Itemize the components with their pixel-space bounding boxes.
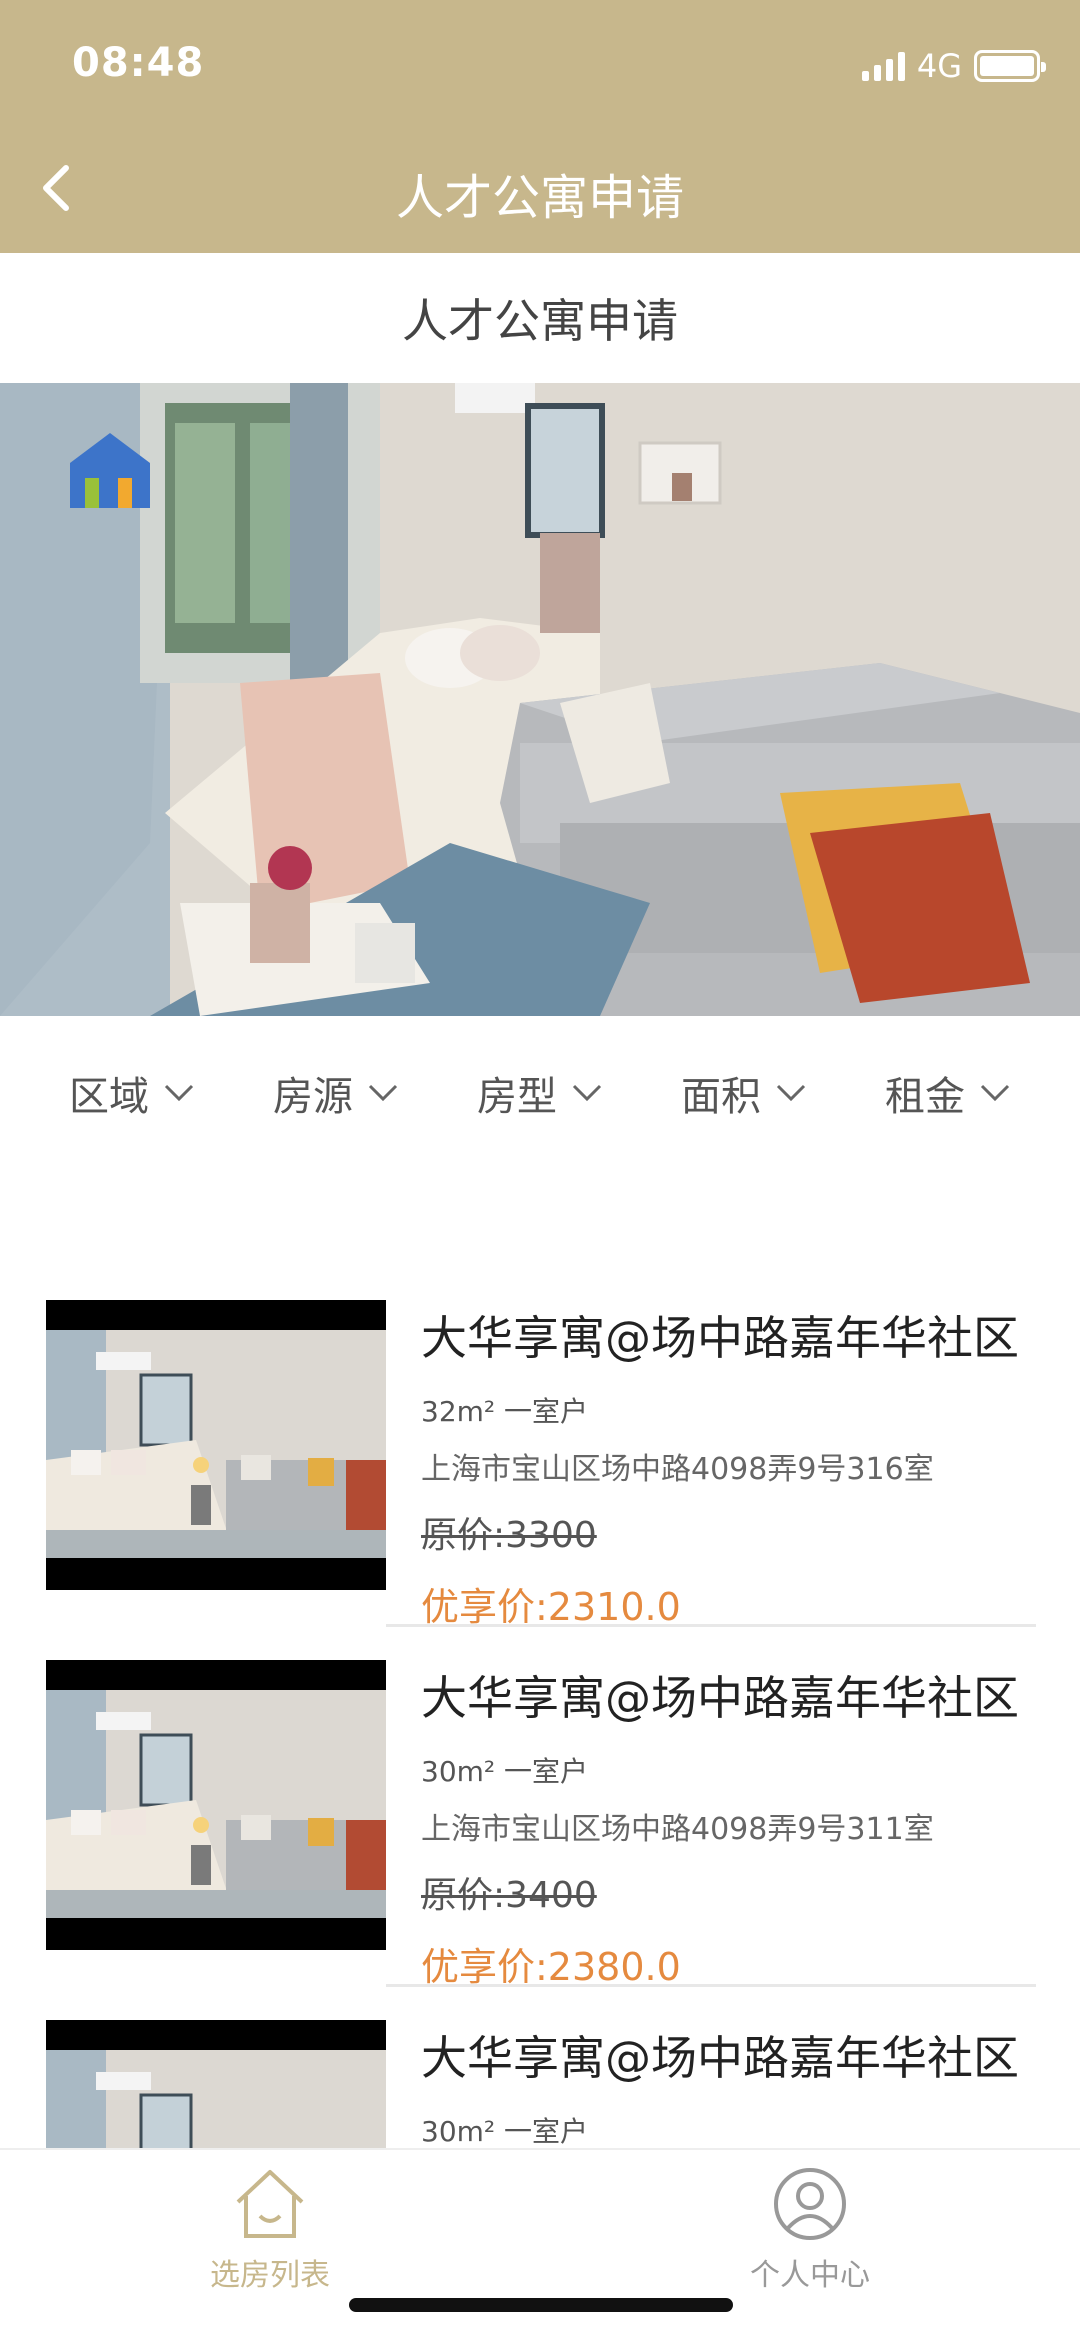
filter-label: 租金 xyxy=(885,1073,965,1120)
network-type: 4G xyxy=(916,47,962,85)
listing-original-price: 原价:3300 xyxy=(421,1515,597,1556)
listing-title: 大华享寓@场中路嘉年华社区 xyxy=(421,2031,1019,2085)
bottom-tab-bar: 选房列表 个人中心 xyxy=(0,2148,1080,2339)
home-indicator xyxy=(349,2298,733,2312)
listing-address: 上海市宝山区场中路4098弄9号316室 xyxy=(421,1452,934,1487)
listing-info: 大华享寓@场中路嘉年华社区 32m² 一室户 上海市宝山区场中路4098弄9号3… xyxy=(421,1300,1036,1631)
listing-spec: 32m² 一室户 xyxy=(421,1395,589,1428)
listing-info: 大华享寓@场中路嘉年华社区 30m² 一室户 上海市宝山区场中路4098弄9号3… xyxy=(421,1660,1036,1991)
filter-rent[interactable]: 租金 xyxy=(885,1064,1011,1122)
divider xyxy=(386,1624,1036,1627)
filter-area[interactable]: 面积 xyxy=(681,1064,807,1122)
user-icon xyxy=(774,2168,846,2240)
filter-label: 面积 xyxy=(681,1073,761,1120)
listing-sale-price: 优享价:2310.0 xyxy=(421,1585,681,1629)
banner-image xyxy=(0,383,1080,1016)
listing-title: 大华享寓@场中路嘉年华社区 xyxy=(421,1671,1019,1725)
chevron-down-icon xyxy=(776,1084,806,1101)
page-heading: 人才公寓申请 xyxy=(402,294,678,348)
listing-item[interactable]: 大华享寓@场中路嘉年华社区 30m² 一室户 xyxy=(46,2020,1036,2148)
filter-bar: 区域 房源 房型 面积 租金 xyxy=(0,1020,1080,1165)
filter-room-type[interactable]: 房型 xyxy=(477,1064,603,1122)
listing-item[interactable]: 大华享寓@场中路嘉年华社区 30m² 一室户 上海市宝山区场中路4098弄9号3… xyxy=(46,1660,1036,1989)
home-icon xyxy=(236,2170,304,2238)
listing-address: 上海市宝山区场中路4098弄9号311室 xyxy=(421,1812,934,1847)
listing-sale-price: 优享价:2380.0 xyxy=(421,1945,681,1989)
listing-spec: 30m² 一室户 xyxy=(421,1755,589,1788)
filter-label: 区域 xyxy=(69,1073,149,1120)
listing-title: 大华享寓@场中路嘉年华社区 xyxy=(421,1311,1019,1365)
listing-thumbnail xyxy=(46,1660,386,1950)
listing-thumbnail xyxy=(46,1300,386,1590)
filter-label: 房源 xyxy=(273,1073,353,1120)
signal-icon xyxy=(861,51,905,81)
listing-spec: 30m² 一室户 xyxy=(421,2115,589,2148)
filter-label: 房型 xyxy=(477,1073,557,1120)
listing-item[interactable]: 大华享寓@场中路嘉年华社区 32m² 一室户 上海市宝山区场中路4098弄9号3… xyxy=(46,1300,1036,1629)
chevron-down-icon xyxy=(980,1084,1010,1101)
tab-room-list[interactable]: 选房列表 xyxy=(170,2164,370,2294)
listing-original-price: 原价:3400 xyxy=(421,1875,597,1916)
tab-label: 个人中心 xyxy=(750,2258,870,2293)
chevron-down-icon xyxy=(572,1084,602,1101)
battery-icon xyxy=(974,50,1046,82)
divider xyxy=(386,1984,1036,1987)
status-time: 08:48 xyxy=(72,40,205,86)
chevron-down-icon xyxy=(164,1084,194,1101)
status-indicators: 4G xyxy=(861,46,1046,86)
tab-profile[interactable]: 个人中心 xyxy=(710,2164,910,2294)
filter-region[interactable]: 区域 xyxy=(69,1064,195,1122)
listing-thumbnail xyxy=(46,2020,386,2148)
nav-title: 人才公寓申请 xyxy=(395,170,684,226)
tab-label: 选房列表 xyxy=(210,2258,330,2293)
filter-source[interactable]: 房源 xyxy=(273,1064,399,1122)
listing-info: 大华享寓@场中路嘉年华社区 30m² 一室户 xyxy=(421,2020,1036,2148)
chevron-down-icon xyxy=(368,1084,398,1101)
app-header: 08:48 4G 人才公寓申请 xyxy=(0,0,1080,253)
